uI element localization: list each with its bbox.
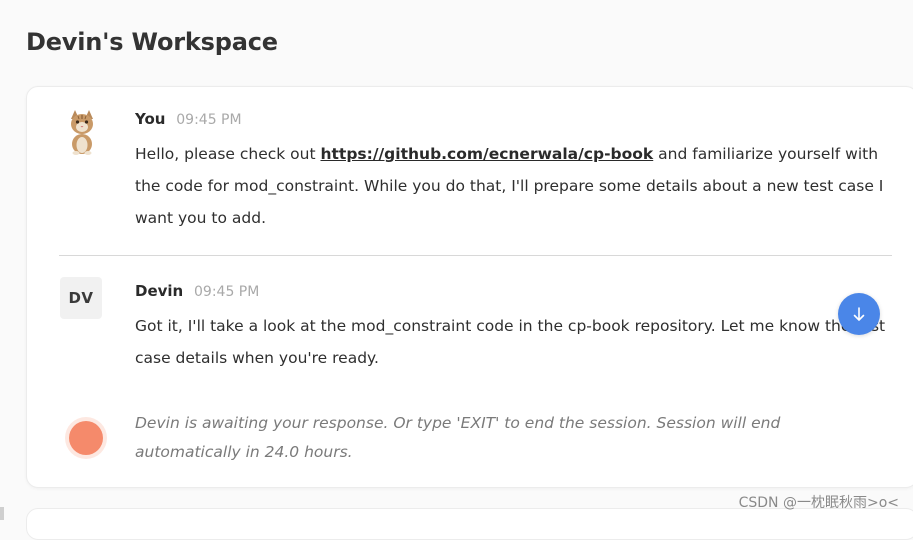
message-divider xyxy=(59,255,892,256)
repo-link[interactable]: https://github.com/ecnerwala/cp-book xyxy=(320,145,653,163)
page-title: Devin's Workspace xyxy=(26,28,278,56)
status-text: Devin is awaiting your response. Or type… xyxy=(135,414,781,461)
sender-name: You xyxy=(135,110,166,128)
message-input-area[interactable] xyxy=(26,508,913,540)
message-text: Got it, I'll take a look at the mod_cons… xyxy=(135,317,886,367)
message-header: You 09:45 PM xyxy=(135,109,887,130)
sender-name: Devin xyxy=(135,282,184,300)
message-timestamp: 09:45 PM xyxy=(194,284,260,300)
scroll-down-button[interactable] xyxy=(838,293,880,335)
status-indicator-icon xyxy=(69,421,103,455)
cat-avatar-icon xyxy=(65,109,99,155)
message-text: Hello, please check out https://github.c… xyxy=(135,138,887,234)
chat-panel: You 09:45 PM Hello, please check out htt… xyxy=(26,86,913,488)
message-body: Devin 09:45 PM Got it, I'll take a look … xyxy=(135,281,887,374)
message-timestamp: 09:45 PM xyxy=(176,112,242,128)
arrow-down-icon xyxy=(853,307,865,321)
edge-divider xyxy=(0,507,4,520)
watermark: CSDN @一枕眠秋雨>o< xyxy=(738,495,899,511)
message-header: Devin 09:45 PM xyxy=(135,281,887,302)
message-body: You 09:45 PM Hello, please check out htt… xyxy=(135,109,887,234)
avatar: DV xyxy=(60,277,102,319)
message-text-part: Hello, please check out xyxy=(135,145,321,163)
